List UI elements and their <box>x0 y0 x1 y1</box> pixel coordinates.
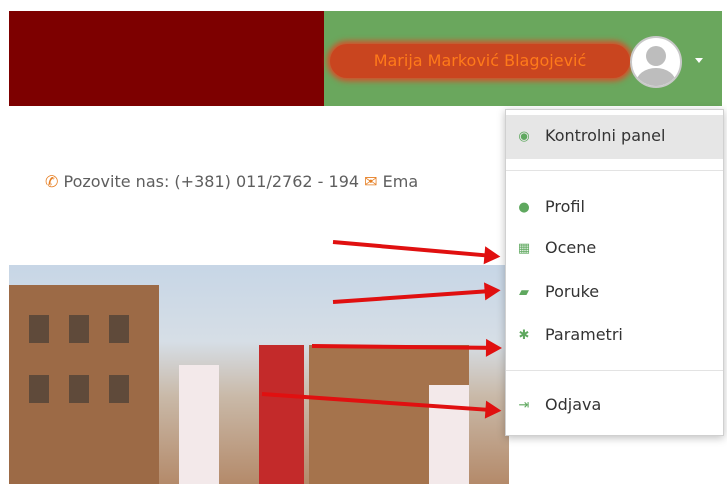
flag <box>259 345 304 484</box>
hero-image <box>9 265 509 484</box>
menu-item-label: Parametri <box>545 325 623 344</box>
menu-item-label: Profil <box>545 197 585 216</box>
menu-divider <box>506 370 723 371</box>
window <box>29 315 49 343</box>
email-text[interactable]: Ema <box>383 172 419 191</box>
window <box>109 375 129 403</box>
avatar-head <box>646 46 666 66</box>
menu-item-preferences[interactable]: ✱ Parametri <box>506 314 723 358</box>
dashboard-icon: ◉ <box>518 129 530 144</box>
menu-item-profile[interactable]: ● Profil <box>506 186 723 230</box>
envelope-icon: ✉ <box>364 172 378 191</box>
avatar-body <box>636 68 676 86</box>
contact-line: ✆ Pozovite nas: (+381) 011/2762 - 194 ✉ … <box>45 172 418 191</box>
user-icon: ● <box>518 200 530 215</box>
gear-icon: ✱ <box>518 328 530 343</box>
window <box>29 375 49 403</box>
menu-item-label: Kontrolni panel <box>545 126 666 145</box>
table-icon: ▦ <box>517 241 531 256</box>
menu-divider <box>506 170 723 171</box>
menu-item-label: Odjava <box>545 395 602 414</box>
user-name[interactable]: Marija Marković Blagojević <box>330 44 630 78</box>
menu-item-label: Ocene <box>545 238 597 257</box>
red-arrow <box>332 240 493 258</box>
user-avatar[interactable] <box>630 36 682 88</box>
menu-item-dashboard[interactable]: ◉ Kontrolni panel <box>506 115 723 159</box>
window <box>109 315 129 343</box>
menu-item-messages[interactable]: ▰ Poruke <box>506 271 723 315</box>
menu-item-label: Poruke <box>545 282 600 301</box>
menu-item-grades[interactable]: ▦ Ocene <box>506 227 723 271</box>
window <box>69 375 89 403</box>
flag <box>179 365 219 484</box>
speech-bubble-icon: ▰ <box>519 285 529 300</box>
chevron-down-icon[interactable] <box>695 58 703 63</box>
phone-icon: ✆ <box>45 172 59 191</box>
building-left <box>9 285 159 484</box>
window <box>69 315 89 343</box>
phone-text: Pozovite nas: (+381) 011/2762 - 194 <box>63 172 360 191</box>
user-dropdown-menu: ◉ Kontrolni panel ● Profil ▦ Ocene ▰ Por… <box>505 109 724 436</box>
sign-out-icon: ⇥ <box>518 398 530 413</box>
flag <box>429 385 469 484</box>
header-bar-left <box>9 11 324 106</box>
menu-item-logout[interactable]: ⇥ Odjava <box>506 384 723 428</box>
